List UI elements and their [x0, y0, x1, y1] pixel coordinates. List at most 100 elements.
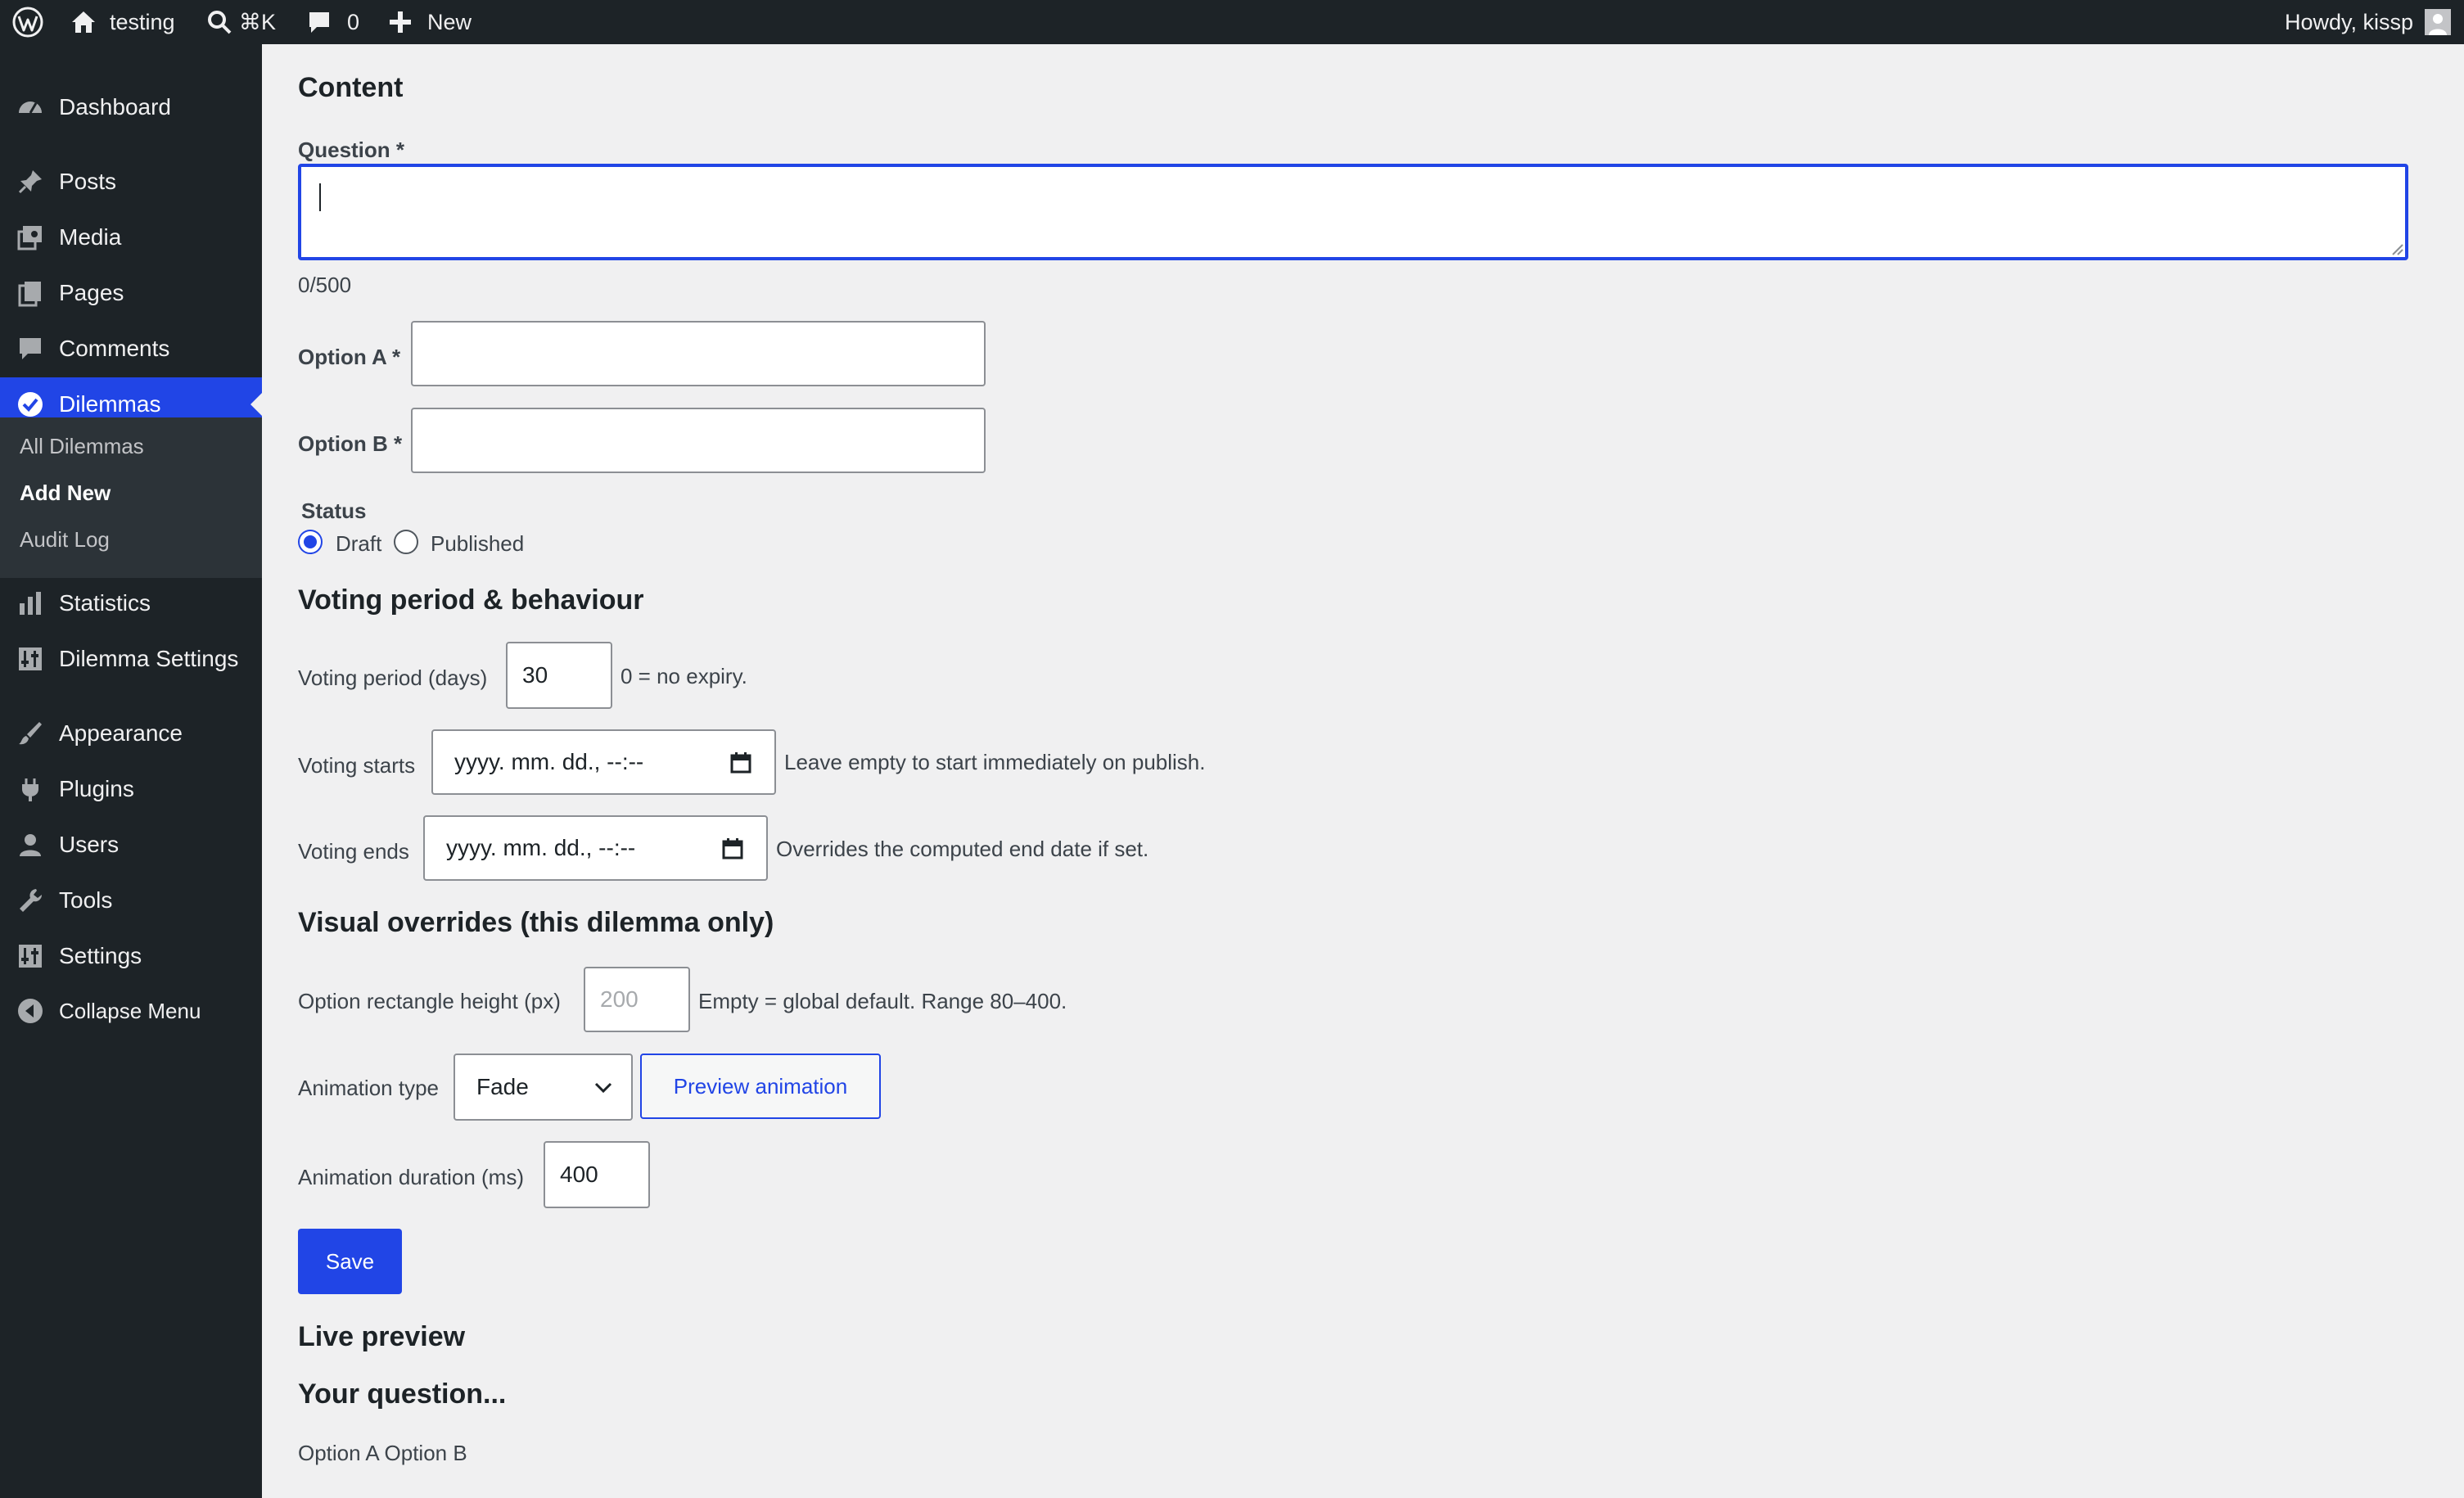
comment-icon [306, 9, 332, 35]
animation-duration-value: 400 [560, 1162, 598, 1187]
option-b-input[interactable] [411, 408, 986, 473]
animation-type-value: Fade [476, 1074, 529, 1099]
sidebar-item-label: Pages [59, 280, 124, 305]
question-textarea[interactable] [298, 164, 2408, 260]
preview-question: Your question... [298, 1378, 507, 1410]
status-draft-label[interactable]: Draft [336, 531, 381, 557]
voting-period-hint: 0 = no expiry. [621, 664, 747, 688]
submenu-all-dilemmas[interactable]: All Dilemmas [20, 434, 144, 459]
sidebar-item-label: Users [59, 832, 120, 857]
sidebar-item-label: Comments [59, 336, 170, 361]
settings-sliders-icon [16, 645, 44, 673]
status-published-radio[interactable] [394, 530, 418, 554]
sidebar-item-plugins[interactable]: Plugins [0, 762, 262, 816]
media-icon [16, 223, 44, 251]
settings-sliders-icon [16, 942, 44, 970]
rect-height-label: Option rectangle height (px) [298, 989, 561, 1013]
admin-sidebar: Dashboard Posts Media Pages Comments Dil… [0, 44, 262, 1498]
sidebar-item-label: Dilemma Settings [59, 646, 239, 671]
comments-count: 0 [347, 9, 360, 34]
chevron-down-icon [594, 1082, 612, 1094]
voting-starts-value: yyyy. mm. dd., --:-- [454, 749, 644, 774]
dashboard-icon [16, 93, 44, 121]
sidebar-item-tools[interactable]: Tools [0, 873, 262, 927]
my-account-link[interactable]: Howdy, kissp [2285, 0, 2451, 44]
voting-period-label: Voting period (days) [298, 666, 488, 690]
content-heading: Content [298, 72, 404, 103]
text-cursor [319, 183, 321, 211]
sidebar-item-label: Settings [59, 943, 142, 968]
submenu-audit-log[interactable]: Audit Log [20, 527, 110, 553]
voting-period-input[interactable]: 30 [506, 642, 612, 709]
sidebar-item-dashboard[interactable]: Dashboard [0, 80, 262, 134]
sidebar-item-label: Collapse Menu [59, 998, 201, 1023]
bar-chart-icon [16, 589, 44, 617]
rect-height-input[interactable]: 200 [584, 967, 690, 1032]
submenu-add-new[interactable]: Add New [20, 481, 111, 506]
animation-type-label: Animation type [298, 1076, 439, 1100]
question-label: Question * [298, 138, 405, 162]
sidebar-item-label: Tools [59, 887, 113, 913]
sidebar-item-appearance[interactable]: Appearance [0, 706, 262, 760]
check-circle-icon [16, 390, 44, 418]
site-name: testing [110, 9, 175, 34]
dilemmas-submenu: All Dilemmas Add New Audit Log [0, 417, 262, 578]
sidebar-item-comments[interactable]: Comments [0, 322, 262, 376]
status-label: Status [301, 499, 367, 523]
sidebar-item-statistics[interactable]: Statistics [0, 576, 262, 630]
collapse-icon [16, 997, 44, 1025]
search-icon [206, 9, 232, 35]
status-published-label[interactable]: Published [431, 531, 524, 557]
option-a-label: Option A * [298, 345, 401, 369]
new-content-link[interactable]: New [388, 0, 472, 44]
voting-starts-input[interactable]: yyyy. mm. dd., --:-- [431, 729, 776, 795]
animation-type-select[interactable]: Fade [454, 1054, 633, 1121]
new-label: New [427, 9, 472, 34]
comment-icon [16, 335, 44, 363]
pin-icon [16, 168, 44, 196]
resize-handle-icon[interactable] [2390, 242, 2403, 255]
sidebar-item-label: Media [59, 224, 122, 250]
wordpress-logo-icon[interactable] [11, 0, 44, 44]
animation-duration-label: Animation duration (ms) [298, 1165, 524, 1189]
sidebar-item-label: Dashboard [59, 94, 171, 120]
sidebar-item-label: Statistics [59, 590, 151, 616]
search-shortcut[interactable]: ⌘K [206, 0, 276, 44]
status-draft-radio[interactable] [298, 530, 323, 554]
voting-ends-label: Voting ends [298, 839, 409, 864]
avatar [2425, 9, 2451, 35]
sidebar-item-label: Plugins [59, 776, 134, 801]
home-icon [69, 7, 98, 37]
live-preview-heading: Live preview [298, 1321, 466, 1352]
comments-link[interactable]: 0 [306, 0, 359, 44]
sidebar-item-media[interactable]: Media [0, 210, 262, 264]
sidebar-item-posts[interactable]: Posts [0, 155, 262, 209]
sidebar-item-pages[interactable]: Pages [0, 266, 262, 320]
option-b-label: Option B * [298, 431, 403, 456]
sidebar-item-label: Appearance [59, 720, 183, 746]
calendar-icon[interactable] [722, 838, 743, 860]
pages-icon [16, 279, 44, 307]
voting-ends-value: yyyy. mm. dd., --:-- [446, 835, 636, 860]
voting-ends-input[interactable]: yyyy. mm. dd., --:-- [423, 815, 768, 881]
calendar-icon[interactable] [730, 752, 751, 774]
option-a-input[interactable] [411, 321, 986, 386]
save-button[interactable]: Save [298, 1229, 402, 1294]
user-icon [16, 831, 44, 859]
voting-starts-hint: Leave empty to start immediately on publ… [784, 750, 1206, 774]
sidebar-item-settings[interactable]: Settings [0, 929, 262, 983]
animation-duration-input[interactable]: 400 [544, 1141, 650, 1208]
search-shortcut-label: ⌘K [239, 9, 277, 34]
site-home-link[interactable]: testing [69, 0, 175, 44]
sidebar-item-label: Dilemmas [59, 391, 161, 417]
sidebar-item-dilemma-settings[interactable]: Dilemma Settings [0, 632, 262, 686]
char-counter: 0/500 [298, 273, 352, 297]
greeting: Howdy, kissp [2284, 9, 2413, 34]
plus-icon [388, 10, 413, 34]
preview-animation-button[interactable]: Preview animation [640, 1054, 881, 1119]
voting-period-value: 30 [522, 662, 548, 688]
collapse-menu-button[interactable]: Collapse Menu [0, 984, 262, 1038]
sidebar-item-users[interactable]: Users [0, 818, 262, 872]
voting-ends-hint: Overrides the computed end date if set. [776, 837, 1149, 861]
voting-starts-label: Voting starts [298, 753, 416, 778]
